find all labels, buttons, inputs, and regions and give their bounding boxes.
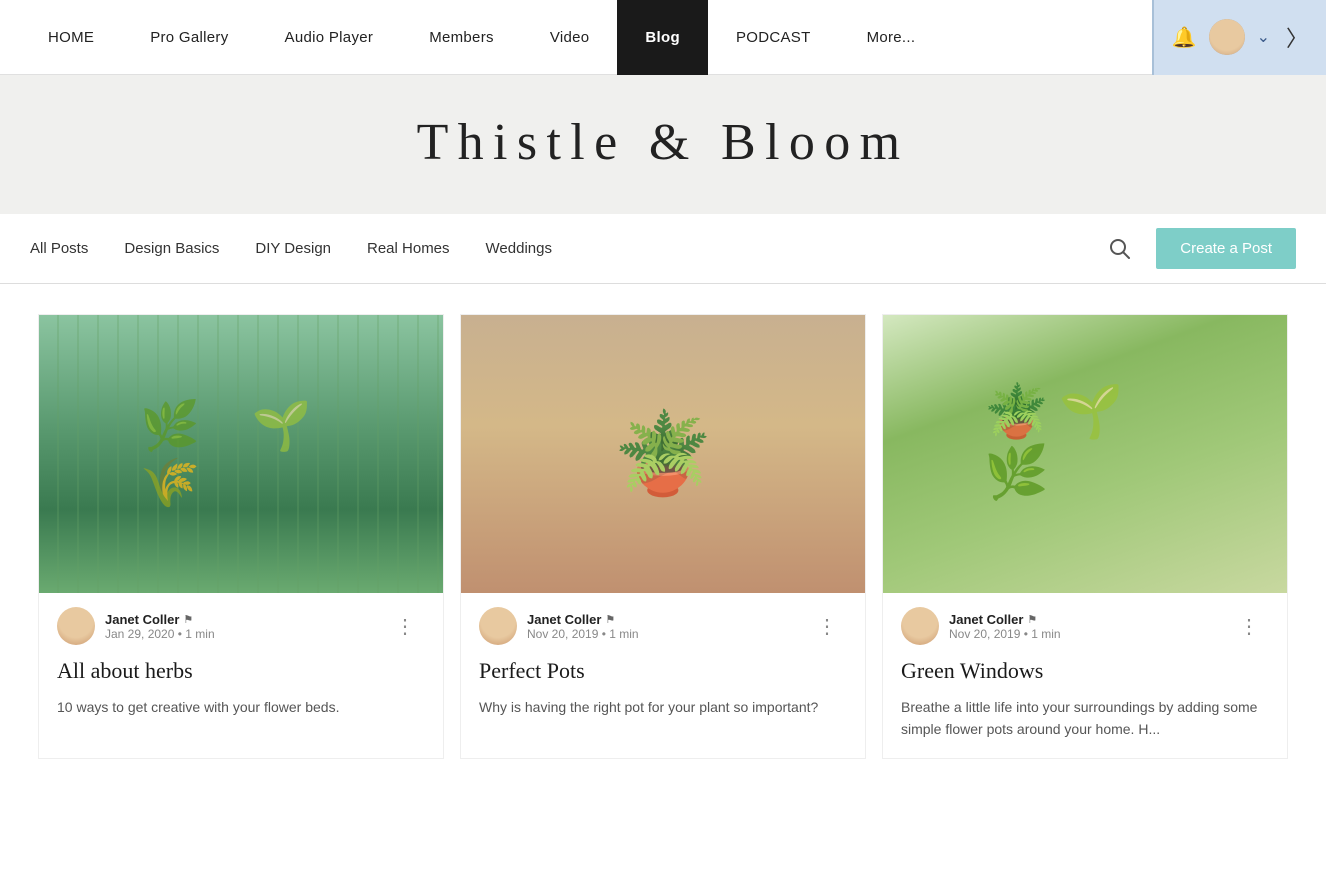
post-3-author-info: Janet Coller ⚑ Nov 20, 2019 • 1 min xyxy=(949,612,1061,641)
post-2-title: Perfect Pots xyxy=(479,657,847,686)
post-3-author-name-row: Janet Coller ⚑ xyxy=(949,612,1061,627)
cursor-icon: 〉 xyxy=(1286,21,1308,53)
post-1-image xyxy=(39,315,443,593)
post-3-admin-icon: ⚑ xyxy=(1027,613,1037,626)
post-1-excerpt: 10 ways to get creative with your flower… xyxy=(57,696,425,718)
navigation: HOME Pro Gallery Audio Player Members Vi… xyxy=(0,0,1326,75)
post-2-more-button[interactable]: ⋮ xyxy=(809,610,847,643)
post-1-author-area: Janet Coller ⚑ Jan 29, 2020 • 1 min xyxy=(57,607,215,645)
nav-item-blog[interactable]: Blog xyxy=(617,0,708,75)
post-1-meta: Janet Coller ⚑ Jan 29, 2020 • 1 min ⋮ xyxy=(57,607,425,645)
post-1-title: All about herbs xyxy=(57,657,425,686)
post-1-date: Jan 29, 2020 • 1 min xyxy=(105,627,215,641)
post-2-admin-icon: ⚑ xyxy=(605,613,615,626)
nav-item-pro-gallery[interactable]: Pro Gallery xyxy=(122,0,256,75)
nav-item-more[interactable]: More... xyxy=(839,0,944,75)
user-account-area[interactable]: 🔔 ⌄ 〉 xyxy=(1152,0,1326,75)
chevron-down-icon[interactable]: ⌄ xyxy=(1257,27,1270,47)
filter-all-posts[interactable]: All Posts xyxy=(30,232,106,265)
post-2-author-area: Janet Coller ⚑ Nov 20, 2019 • 1 min xyxy=(479,607,639,645)
post-2-date: Nov 20, 2019 • 1 min xyxy=(527,627,639,641)
blog-card-1[interactable]: Janet Coller ⚑ Jan 29, 2020 • 1 min ⋮ Al… xyxy=(38,314,444,759)
post-1-more-button[interactable]: ⋮ xyxy=(387,610,425,643)
post-3-meta: Janet Coller ⚑ Nov 20, 2019 • 1 min ⋮ xyxy=(901,607,1269,645)
post-1-author-avatar xyxy=(57,607,95,645)
post-3-date: Nov 20, 2019 • 1 min xyxy=(949,627,1061,641)
post-3-more-button[interactable]: ⋮ xyxy=(1231,610,1269,643)
post-3-image xyxy=(883,315,1287,593)
post-2-meta: Janet Coller ⚑ Nov 20, 2019 • 1 min ⋮ xyxy=(479,607,847,645)
filter-design-basics[interactable]: Design Basics xyxy=(106,232,237,265)
nav-items: HOME Pro Gallery Audio Player Members Vi… xyxy=(20,0,1152,75)
post-1-body: Janet Coller ⚑ Jan 29, 2020 • 1 min ⋮ Al… xyxy=(39,593,443,736)
hero-section: Thistle & Bloom xyxy=(0,75,1326,214)
nav-item-video[interactable]: Video xyxy=(522,0,618,75)
post-2-author-info: Janet Coller ⚑ Nov 20, 2019 • 1 min xyxy=(527,612,639,641)
post-1-author-name: Janet Coller xyxy=(105,612,179,627)
post-1-author-info: Janet Coller ⚑ Jan 29, 2020 • 1 min xyxy=(105,612,215,641)
create-post-button[interactable]: Create a Post xyxy=(1156,228,1296,269)
nav-item-members[interactable]: Members xyxy=(401,0,522,75)
blog-card-2[interactable]: Janet Coller ⚑ Nov 20, 2019 • 1 min ⋮ Pe… xyxy=(460,314,866,759)
post-3-author-area: Janet Coller ⚑ Nov 20, 2019 • 1 min xyxy=(901,607,1061,645)
post-1-author-name-row: Janet Coller ⚑ xyxy=(105,612,215,627)
avatar xyxy=(1209,19,1245,55)
post-3-body: Janet Coller ⚑ Nov 20, 2019 • 1 min ⋮ Gr… xyxy=(883,593,1287,758)
nav-item-home[interactable]: HOME xyxy=(20,0,122,75)
filter-real-homes[interactable]: Real Homes xyxy=(349,232,468,265)
blog-filter-bar: All Posts Design Basics DIY Design Real … xyxy=(0,214,1326,284)
site-title: Thistle & Bloom xyxy=(0,113,1326,172)
post-2-author-name: Janet Coller xyxy=(527,612,601,627)
post-3-excerpt: Breathe a little life into your surround… xyxy=(901,696,1269,741)
nav-item-podcast[interactable]: PODCAST xyxy=(708,0,839,75)
filter-weddings[interactable]: Weddings xyxy=(468,232,570,265)
post-1-admin-icon: ⚑ xyxy=(183,613,193,626)
filter-diy-design[interactable]: DIY Design xyxy=(237,232,349,265)
post-2-body: Janet Coller ⚑ Nov 20, 2019 • 1 min ⋮ Pe… xyxy=(461,593,865,736)
post-3-author-name: Janet Coller xyxy=(949,612,1023,627)
avatar-face xyxy=(1209,19,1245,55)
post-2-author-avatar xyxy=(479,607,517,645)
notification-bell-icon[interactable]: 🔔 xyxy=(1172,25,1197,50)
blog-post-grid: Janet Coller ⚑ Jan 29, 2020 • 1 min ⋮ Al… xyxy=(0,284,1326,779)
search-button[interactable] xyxy=(1100,229,1140,269)
nav-item-audio-player[interactable]: Audio Player xyxy=(257,0,402,75)
post-2-image xyxy=(461,315,865,593)
search-icon xyxy=(1109,238,1131,260)
post-2-author-name-row: Janet Coller ⚑ xyxy=(527,612,639,627)
post-2-excerpt: Why is having the right pot for your pla… xyxy=(479,696,847,718)
post-3-author-avatar xyxy=(901,607,939,645)
blog-card-3[interactable]: Janet Coller ⚑ Nov 20, 2019 • 1 min ⋮ Gr… xyxy=(882,314,1288,759)
post-3-title: Green Windows xyxy=(901,657,1269,686)
